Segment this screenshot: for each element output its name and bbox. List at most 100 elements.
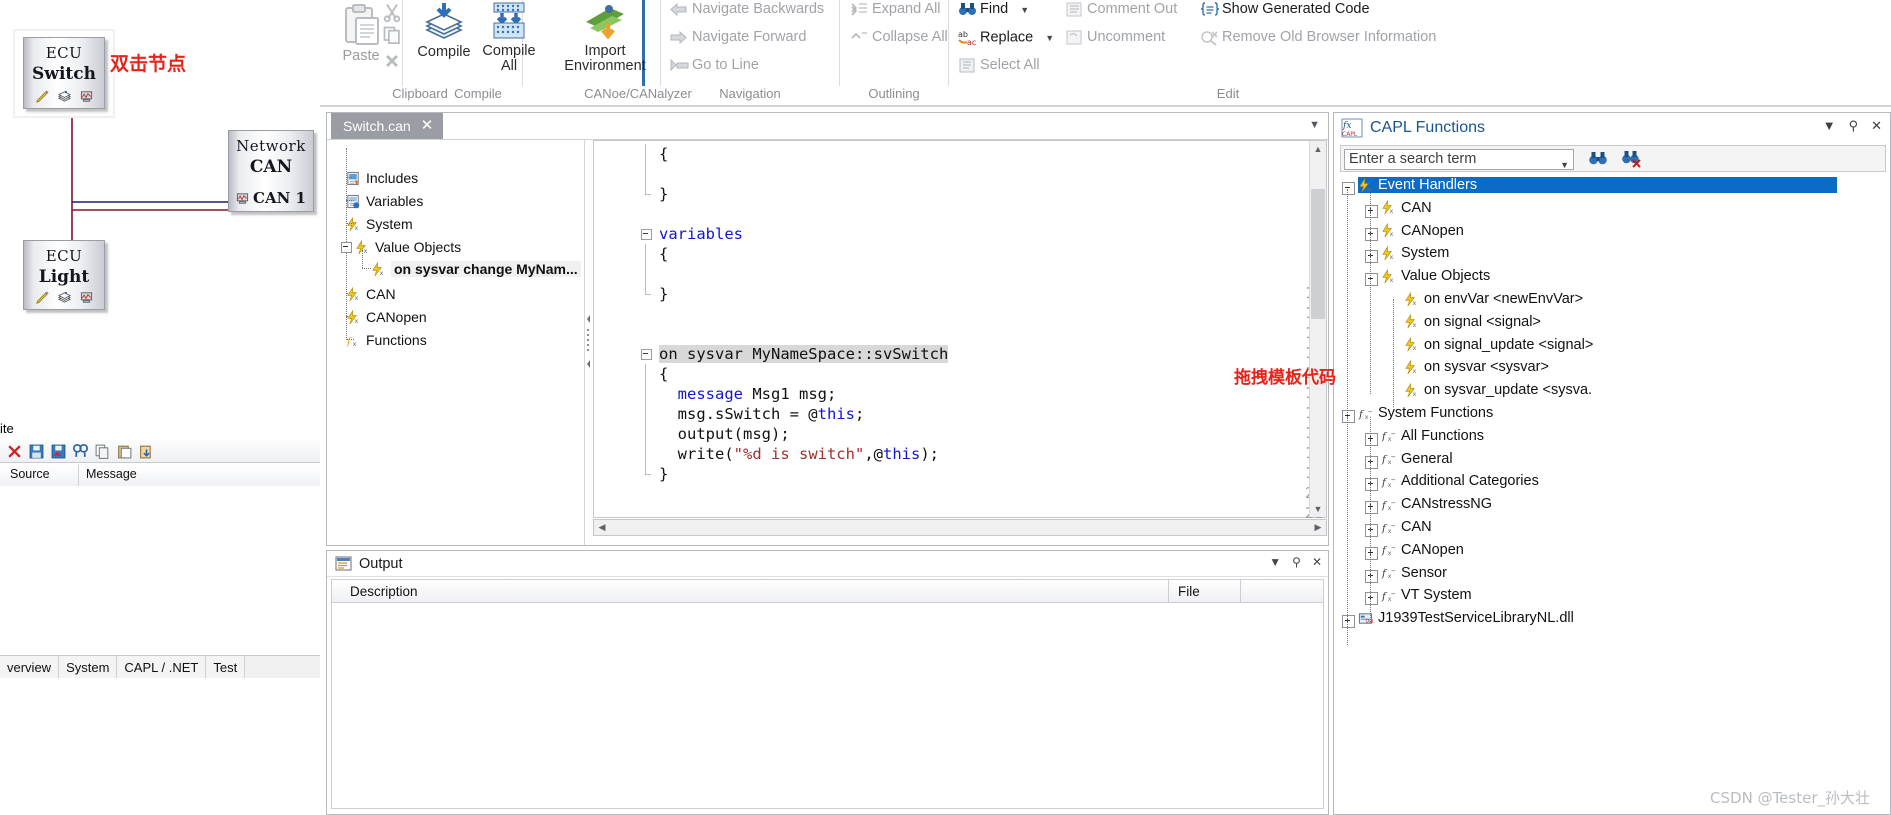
remove-browser-info-item[interactable]: Remove Old Browser Information bbox=[1200, 29, 1436, 46]
tab-system[interactable]: System bbox=[59, 656, 118, 678]
paste-icon[interactable] bbox=[116, 443, 133, 460]
delete-x-icon[interactable] bbox=[382, 51, 402, 71]
tree-expander-plus-icon[interactable] bbox=[1365, 455, 1378, 469]
capl-search-bar[interactable]: Enter a search term ▼ bbox=[1340, 145, 1886, 172]
capl-tree-item[interactable]: x on envVar <newEnvVar> bbox=[1404, 291, 1583, 307]
capl-tree-item[interactable]: x on sysvar <sysvar> bbox=[1404, 359, 1549, 375]
tab-list-chevron-down-icon[interactable]: ▼ bbox=[1309, 119, 1320, 131]
chevron-down-icon[interactable]: ▼ bbox=[1560, 156, 1569, 175]
scroll-left-arrow-icon[interactable]: ◀ bbox=[594, 520, 610, 535]
compile-button[interactable]: Compile bbox=[410, 2, 478, 60]
expand-all-item[interactable]: Expand All bbox=[850, 1, 941, 17]
code-editor-pane[interactable]: 3{45}67variables8{910}111213on sysvar My… bbox=[593, 140, 1327, 545]
code-line[interactable]: write("%d is switch",@this); bbox=[659, 444, 939, 464]
tree-item-includes[interactable]: Includes bbox=[346, 170, 418, 186]
output-window[interactable]: Output ▼ ⚲ ✕ Description File bbox=[326, 550, 1329, 815]
write-pane-body[interactable] bbox=[0, 486, 320, 815]
select-all-item[interactable]: Select All bbox=[958, 57, 1040, 73]
write-pane-toolbar[interactable] bbox=[0, 440, 320, 463]
tree-expander-plus-icon[interactable] bbox=[1365, 501, 1378, 515]
node-ecu-switch[interactable]: ECU Switch bbox=[23, 37, 105, 109]
splitter-grip[interactable] bbox=[587, 315, 591, 370]
chevron-down-icon[interactable]: ▼ bbox=[1823, 118, 1836, 134]
find-item[interactable]: Find ▼ bbox=[958, 1, 1029, 17]
tree-expander-minus-icon[interactable] bbox=[1342, 182, 1355, 195]
code-horizontal-scrollbar[interactable]: ◀ ▶ bbox=[593, 519, 1327, 536]
navigate-backwards-item[interactable]: Navigate Backwards bbox=[670, 1, 824, 17]
code-line[interactable]: { bbox=[659, 144, 668, 164]
code-line[interactable]: variables bbox=[659, 224, 743, 244]
close-icon[interactable]: ✕ bbox=[1871, 118, 1882, 134]
tab-test[interactable]: Test bbox=[206, 656, 246, 678]
editor-tab-switch-can[interactable]: Switch.can ✕ bbox=[331, 113, 444, 139]
tree-expander-plus-icon[interactable] bbox=[1365, 432, 1378, 446]
scroll-thumb[interactable] bbox=[1311, 189, 1325, 319]
find-icon[interactable] bbox=[72, 443, 89, 460]
replace-item[interactable]: ab ac Replace ▼ bbox=[958, 29, 1054, 47]
chevron-down-icon[interactable]: ▼ bbox=[1269, 555, 1281, 569]
tree-expander-plus-icon[interactable] bbox=[1365, 250, 1378, 264]
tree-expander-plus-icon[interactable] bbox=[1365, 569, 1378, 583]
close-icon[interactable]: ✕ bbox=[421, 113, 434, 139]
output-body[interactable] bbox=[331, 603, 1324, 809]
ribbon-toolbar[interactable]: Paste Clipboard Compile Compile All Comp… bbox=[320, 0, 1891, 108]
code-line[interactable]: } bbox=[659, 184, 668, 204]
tree-expander-plus-icon[interactable] bbox=[1365, 524, 1378, 537]
tree-item-value-objects[interactable]: x Value Objects bbox=[355, 239, 461, 255]
clear-icon[interactable] bbox=[6, 443, 23, 460]
import-environment-button[interactable]: Import Environment bbox=[560, 2, 650, 74]
copy-icon[interactable] bbox=[382, 25, 402, 45]
capl-tree-item[interactable]: x Value Objects bbox=[1381, 268, 1490, 284]
tree-expander-value-objects[interactable] bbox=[341, 242, 352, 253]
capl-tree-item[interactable]: x on signal <signal> bbox=[1404, 314, 1541, 330]
capl-tree-item[interactable]: f x All Functions bbox=[1381, 428, 1484, 444]
tree-expander-plus-icon[interactable] bbox=[1342, 615, 1355, 629]
editor-splitter[interactable] bbox=[585, 140, 593, 545]
code-line[interactable]: output(msg); bbox=[659, 424, 790, 444]
capl-functions-tree[interactable]: x Event Handlers x CAN x CANopen x System x Value… bbox=[1336, 175, 1888, 812]
capl-tree-item[interactable]: x on sysvar_update <sysva. bbox=[1404, 382, 1592, 398]
code-line[interactable]: } bbox=[659, 464, 668, 484]
close-icon[interactable]: ✕ bbox=[1312, 555, 1322, 569]
capl-tree-item[interactable]: x CANopen bbox=[1381, 223, 1464, 239]
code-line[interactable]: { bbox=[659, 364, 668, 384]
navigate-forward-item[interactable]: Navigate Forward bbox=[670, 29, 806, 45]
capl-tree-item[interactable]: x Event Handlers bbox=[1358, 177, 1838, 193]
node-network-can[interactable]: Network CAN CAN 1 bbox=[228, 130, 314, 212]
scroll-down-arrow-icon[interactable]: ▼ bbox=[1310, 501, 1326, 517]
chevron-down-icon[interactable]: ▼ bbox=[1045, 33, 1054, 43]
pin-icon[interactable]: ⚲ bbox=[1849, 118, 1859, 134]
code-fold-toggle[interactable] bbox=[641, 349, 652, 360]
capl-tree-item[interactable]: f x VT System bbox=[1381, 587, 1472, 603]
tree-expander-minus-icon[interactable] bbox=[1342, 410, 1355, 423]
code-fold-toggle[interactable] bbox=[641, 229, 652, 240]
scroll-up-arrow-icon[interactable]: ▲ bbox=[1310, 141, 1326, 157]
capl-tree-item[interactable]: f x Sensor bbox=[1381, 565, 1447, 581]
tree-expander-minus-icon[interactable] bbox=[1365, 273, 1378, 287]
copy-icon[interactable] bbox=[94, 443, 111, 460]
tree-item-functions[interactable]: f x Functions bbox=[346, 332, 427, 348]
tree-expander-plus-icon[interactable] bbox=[1365, 478, 1378, 492]
tab-capl-net[interactable]: CAPL / .NET bbox=[117, 656, 207, 678]
tree-item-on-sysvar-change[interactable]: x on sysvar change MyNam... bbox=[371, 261, 581, 277]
code-line[interactable]: message Msg1 msg; bbox=[659, 384, 837, 404]
export-icon[interactable] bbox=[138, 443, 155, 460]
output-window-controls[interactable]: ▼ ⚲ ✕ bbox=[1269, 555, 1322, 569]
capl-window-controls[interactable]: ▼ ⚲ ✕ bbox=[1823, 118, 1882, 134]
tree-item-canopen[interactable]: x CANopen bbox=[346, 309, 427, 325]
capl-tree-item[interactable]: f x System Functions bbox=[1358, 405, 1493, 421]
pin-icon[interactable]: ⚲ bbox=[1292, 555, 1301, 569]
collapse-all-item[interactable]: Collapse All bbox=[850, 29, 948, 45]
find-binoculars-icon[interactable] bbox=[1588, 150, 1608, 169]
uncomment-item[interactable]: Uncomment bbox=[1065, 29, 1165, 45]
code-line[interactable]: } bbox=[659, 284, 668, 304]
cut-icon[interactable] bbox=[382, 2, 402, 23]
editor-tabstrip[interactable]: Switch.can ✕ ▼ bbox=[327, 113, 1328, 140]
capl-tree-item[interactable]: x on signal_update <signal> bbox=[1404, 337, 1593, 353]
capl-tree-item[interactable]: f x CANstressNG bbox=[1381, 496, 1492, 512]
code-line[interactable]: on sysvar MyNameSpace::svSwitch bbox=[659, 344, 949, 364]
compile-all-button[interactable]: Compile All bbox=[477, 2, 541, 74]
editor-tree-pane[interactable]: Includes Variables x System x Value Obje… bbox=[328, 140, 585, 545]
tree-item-system[interactable]: x System bbox=[346, 216, 413, 232]
node-ecu-light[interactable]: ECU Light bbox=[23, 240, 105, 310]
